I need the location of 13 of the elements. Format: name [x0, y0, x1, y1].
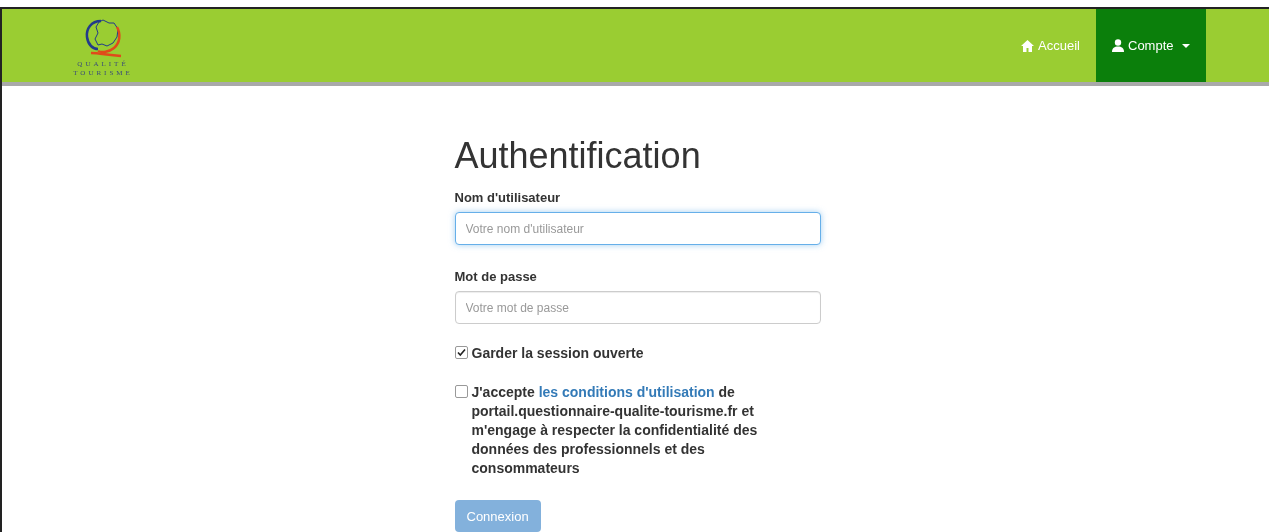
- field-label: Mot de passe: [454, 269, 538, 284]
- checkbox[interactable]: [454, 346, 468, 359]
- nav-link[interactable]: Compte: [1096, 9, 1206, 82]
- input-field[interactable]: Votre nom d'utilisateur: [454, 212, 821, 245]
- home-icon: [1021, 39, 1035, 52]
- page-title: Authentification: [454, 136, 702, 176]
- checkbox[interactable]: [454, 385, 468, 398]
- terms-link[interactable]: les conditions d'utilisation: [538, 384, 715, 400]
- user-icon: [1112, 39, 1124, 52]
- terms-text: J'accepte les conditions d'utilisation de portail.questionnaire-qualite-tourisme.fr et m'engage à respecter la confidentialité des données des professionnels et des consommateurs: [471, 383, 759, 478]
- input-field[interactable]: Votre mot de passe: [454, 291, 821, 324]
- field-label: Nom d'utilisateur: [454, 190, 562, 205]
- checkbox-label: Garder la session ouverte: [471, 344, 644, 363]
